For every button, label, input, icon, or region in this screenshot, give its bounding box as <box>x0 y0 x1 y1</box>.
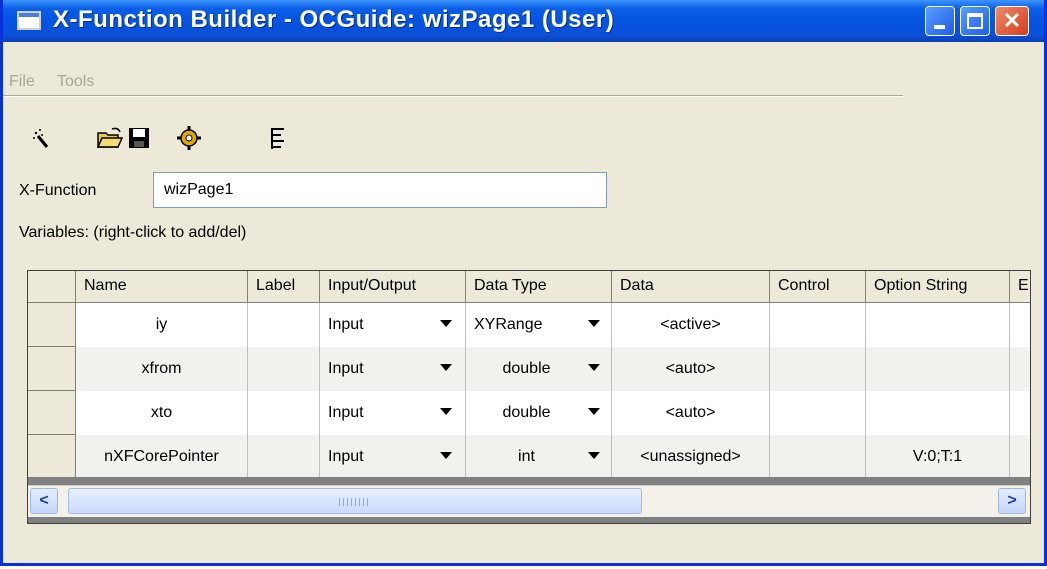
variables-label: Variables: (right-click to add/del) <box>19 224 247 241</box>
scroll-left-button[interactable]: < <box>30 488 58 514</box>
variables-grid[interactable]: Name Label Input/Output Data Type Data C… <box>27 270 1031 524</box>
dropdown-arrow-icon[interactable] <box>440 408 452 415</box>
row-header[interactable] <box>28 303 76 347</box>
cell-control[interactable] <box>770 391 866 435</box>
cell-name[interactable]: nXFCorePointer <box>76 435 248 477</box>
menu-tools[interactable]: Tools <box>57 73 94 91</box>
col-header-option-string[interactable]: Option String <box>866 271 1010 303</box>
io-value: Input <box>328 404 364 421</box>
cell-control[interactable] <box>770 347 866 391</box>
tree-view-icon[interactable] <box>265 124 293 152</box>
maximize-icon <box>967 13 983 29</box>
close-icon: ✕ <box>1002 8 1022 33</box>
minimize-button[interactable] <box>925 6 955 36</box>
cell-input-output[interactable]: Input <box>320 435 466 477</box>
menu-file[interactable]: File <box>9 73 35 91</box>
cell-label[interactable] <box>248 347 320 391</box>
grip-icon <box>339 498 369 506</box>
table-row[interactable]: iy Input XYRange <active> <box>28 303 1030 347</box>
cell-option-string[interactable] <box>866 347 1010 391</box>
io-value: Input <box>328 316 364 333</box>
cell-data[interactable]: <active> <box>612 303 770 347</box>
menu-bar <box>3 66 903 97</box>
dropdown-arrow-icon[interactable] <box>440 364 452 371</box>
row-header[interactable] <box>28 347 76 391</box>
col-header-data-type[interactable]: Data Type <box>466 271 612 303</box>
type-value: double <box>502 404 551 421</box>
cell-control[interactable] <box>770 435 866 477</box>
cell-input-output[interactable]: Input <box>320 391 466 435</box>
variables-grid-body: Name Label Input/Output Data Type Data C… <box>28 271 1030 477</box>
dropdown-arrow-icon[interactable] <box>588 408 600 415</box>
col-header-control[interactable]: Control <box>770 271 866 303</box>
dropdown-arrow-icon[interactable] <box>440 320 452 327</box>
dropdown-arrow-icon[interactable] <box>588 364 600 371</box>
cell-data-type[interactable]: double <box>466 391 612 435</box>
cell-name[interactable]: xto <box>76 391 248 435</box>
table-row[interactable]: xto Input double <auto> <box>28 391 1030 435</box>
grid-corner-header <box>28 271 76 303</box>
cell-data-type[interactable]: double <box>466 347 612 391</box>
table-row[interactable]: nXFCorePointer Input int <unassigned> V:… <box>28 435 1030 477</box>
cell-option-string[interactable] <box>866 303 1010 347</box>
cell-label[interactable] <box>248 391 320 435</box>
type-value: XYRange <box>474 316 543 333</box>
dropdown-arrow-icon[interactable] <box>588 320 600 327</box>
row-header[interactable] <box>28 435 76 477</box>
new-wizard-icon[interactable] <box>30 124 58 152</box>
type-value: int <box>518 448 535 465</box>
col-header-data[interactable]: Data <box>612 271 770 303</box>
col-header-label[interactable]: Label <box>248 271 320 303</box>
xfunction-name-input[interactable] <box>153 172 607 208</box>
col-header-input-output[interactable]: Input/Output <box>320 271 466 303</box>
io-value: Input <box>328 360 364 377</box>
compile-icon[interactable] <box>175 124 203 152</box>
cell-name[interactable]: xfrom <box>76 347 248 391</box>
cell-data[interactable]: <auto> <box>612 391 770 435</box>
horizontal-scrollbar[interactable]: < > <box>28 485 1030 517</box>
app-window-icon <box>17 11 41 30</box>
cell-input-output[interactable]: Input <box>320 347 466 391</box>
cell-data-type[interactable]: XYRange <box>466 303 612 347</box>
io-value: Input <box>328 448 364 465</box>
open-folder-icon[interactable] <box>96 124 124 152</box>
table-row[interactable]: xfrom Input double <auto> <box>28 347 1030 391</box>
window-title: X-Function Builder - OCGuide: wizPage1 (… <box>53 6 615 33</box>
row-header[interactable] <box>28 391 76 435</box>
close-button[interactable]: ✕ <box>995 6 1029 36</box>
xfunction-builder-window: X-Function Builder - OCGuide: wizPage1 (… <box>0 0 1047 566</box>
cell-data[interactable]: <auto> <box>612 347 770 391</box>
scrollbar-thumb[interactable] <box>68 488 642 514</box>
dropdown-arrow-icon[interactable] <box>440 452 452 459</box>
col-header-e[interactable]: E <box>1010 271 1030 303</box>
save-icon[interactable] <box>125 124 153 152</box>
cell-label[interactable] <box>248 303 320 347</box>
cell-option-string[interactable] <box>866 391 1010 435</box>
maximize-button[interactable] <box>960 6 990 36</box>
dropdown-arrow-icon[interactable] <box>588 452 600 459</box>
cell-label[interactable] <box>248 435 320 477</box>
cell-control[interactable] <box>770 303 866 347</box>
scroll-right-button[interactable]: > <box>998 488 1026 514</box>
xfunction-label: X-Function <box>19 182 97 199</box>
cell-data[interactable]: <unassigned> <box>612 435 770 477</box>
cell-input-output[interactable]: Input <box>320 303 466 347</box>
title-bar[interactable]: X-Function Builder - OCGuide: wizPage1 (… <box>3 0 1044 42</box>
cell-name[interactable]: iy <box>76 303 248 347</box>
cell-option-string[interactable]: V:0;T:1 <box>866 435 1010 477</box>
col-header-name[interactable]: Name <box>76 271 248 303</box>
cell-data-type[interactable]: int <box>466 435 612 477</box>
type-value: double <box>502 360 551 377</box>
minimize-icon <box>934 25 945 29</box>
